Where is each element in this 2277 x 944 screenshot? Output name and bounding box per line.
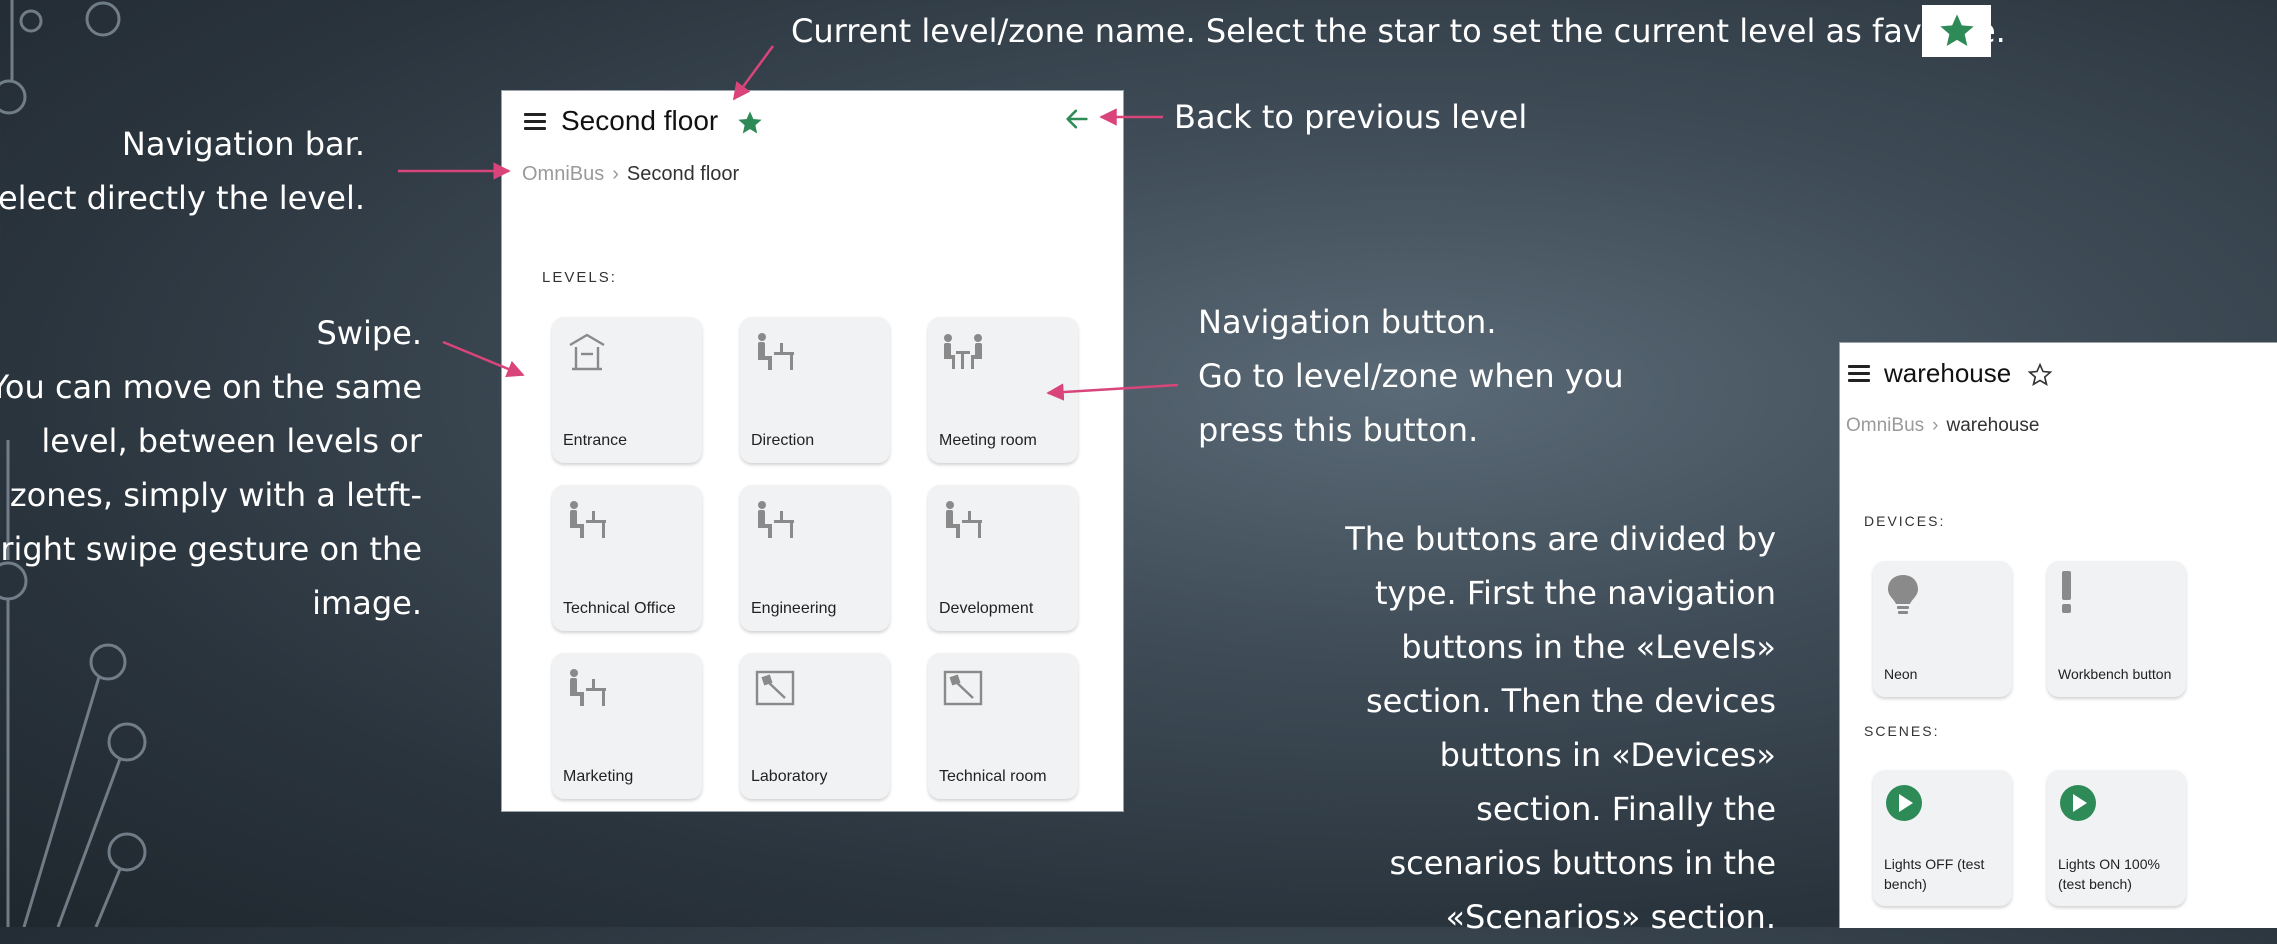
breadcrumb-current: Second floor bbox=[626, 163, 740, 185]
breadcrumb-separator: › bbox=[612, 163, 619, 185]
entrance-icon bbox=[569, 333, 605, 371]
desk-person-icon bbox=[758, 333, 794, 370]
tool-icon bbox=[755, 670, 795, 706]
level-button-direction[interactable]: Direction bbox=[740, 317, 890, 463]
level-button-label: Direction bbox=[751, 432, 815, 449]
scene-button-lights-on[interactable]: Lights ON 100% (test bench) bbox=[2047, 770, 2186, 906]
menu-icon[interactable] bbox=[1848, 361, 1870, 386]
back-annotation: Back to previous level bbox=[1174, 98, 1528, 136]
swipe-annotation: Swipe. You can move on the same level, b… bbox=[0, 314, 422, 622]
level-button-label: Engineering bbox=[751, 600, 837, 617]
panel-header: Second floor bbox=[524, 99, 764, 143]
favorite-star-icon[interactable] bbox=[736, 109, 764, 137]
level-button-marketing[interactable]: Marketing bbox=[552, 653, 702, 799]
scene-button-label: Lights ON 100% (test bench) bbox=[2058, 856, 2160, 892]
play-icon bbox=[1886, 785, 1922, 821]
exclamation-icon bbox=[2062, 571, 2071, 613]
level-button-entrance[interactable]: Entrance bbox=[552, 317, 702, 463]
devices-section-label: DEVICES: bbox=[1864, 513, 1946, 529]
desk-person-icon bbox=[946, 501, 982, 538]
breadcrumb-root[interactable]: OmniBus bbox=[1846, 415, 1924, 436]
star-icon bbox=[1939, 14, 1974, 47]
page-title: warehouse bbox=[1884, 357, 2012, 388]
meeting-icon bbox=[944, 334, 982, 369]
device-button-label: Neon bbox=[1884, 666, 1918, 682]
device-button-label: Workbench button bbox=[2058, 666, 2172, 682]
tool-icon bbox=[943, 670, 983, 706]
desk-person-icon bbox=[570, 501, 606, 538]
panel-header: warehouse bbox=[1848, 353, 2053, 393]
level-button-development[interactable]: Development bbox=[928, 485, 1078, 631]
buttons-divided-annotation: The buttons are divided by type. First t… bbox=[1345, 520, 1776, 936]
level-button-label: Laboratory bbox=[751, 768, 828, 785]
level-panel-second-floor: Second floor OmniBus › Second floor LEVELS… bbox=[501, 90, 1124, 812]
play-icon bbox=[2060, 785, 2096, 821]
level-button-meeting-room[interactable]: Meeting room bbox=[928, 317, 1078, 463]
level-panel-warehouse: warehouse OmniBus › warehouse DEVICES: Neo… bbox=[1839, 342, 2277, 928]
breadcrumb-root[interactable]: OmniBus bbox=[522, 163, 604, 185]
favorite-star-outline-icon[interactable] bbox=[2027, 362, 2053, 388]
page-title: Second floor bbox=[561, 105, 719, 136]
device-button-workbench[interactable]: Workbench button bbox=[2047, 561, 2186, 697]
breadcrumb-separator: › bbox=[1932, 415, 1939, 436]
level-button-label: Technical Office bbox=[563, 600, 676, 617]
level-button-label: Development bbox=[939, 600, 1034, 617]
device-button-neon[interactable]: Neon bbox=[1873, 561, 2012, 697]
favorite-star-sample bbox=[1922, 5, 1991, 57]
level-button-label: Meeting room bbox=[939, 432, 1037, 449]
levels-section-label: LEVELS: bbox=[542, 269, 617, 286]
level-button-engineering[interactable]: Engineering bbox=[740, 485, 890, 631]
level-button-label: Marketing bbox=[563, 768, 634, 785]
scenes-section-label: SCENES: bbox=[1864, 723, 1940, 739]
breadcrumb: OmniBus › Second floor bbox=[522, 163, 739, 186]
desk-person-icon bbox=[758, 501, 794, 538]
bulb-icon bbox=[1888, 575, 1918, 614]
nav-button-annotation: Navigation button. Go to level/zone when… bbox=[1198, 303, 1624, 449]
menu-icon[interactable] bbox=[524, 109, 546, 134]
desk-person-icon bbox=[570, 669, 606, 706]
breadcrumb-current: warehouse bbox=[1946, 415, 2040, 436]
level-button-label: Technical room bbox=[939, 768, 1047, 785]
current-level-annotation: Current level/zone name. Select the star… bbox=[791, 12, 2006, 50]
scene-button-label: Lights OFF (test bench) bbox=[1884, 856, 1985, 892]
level-button-label: Entrance bbox=[563, 432, 628, 449]
level-button-technical-room[interactable]: Technical room bbox=[928, 653, 1078, 799]
back-arrow-icon[interactable] bbox=[1063, 105, 1091, 133]
scene-button-lights-off[interactable]: Lights OFF (test bench) bbox=[1873, 770, 2012, 906]
breadcrumb: OmniBus › warehouse bbox=[1846, 415, 2039, 437]
level-button-laboratory[interactable]: Laboratory bbox=[740, 653, 890, 799]
level-button-technical-office[interactable]: Technical Office bbox=[552, 485, 702, 631]
nav-bar-annotation: Navigation bar. Select directly the leve… bbox=[0, 125, 365, 217]
